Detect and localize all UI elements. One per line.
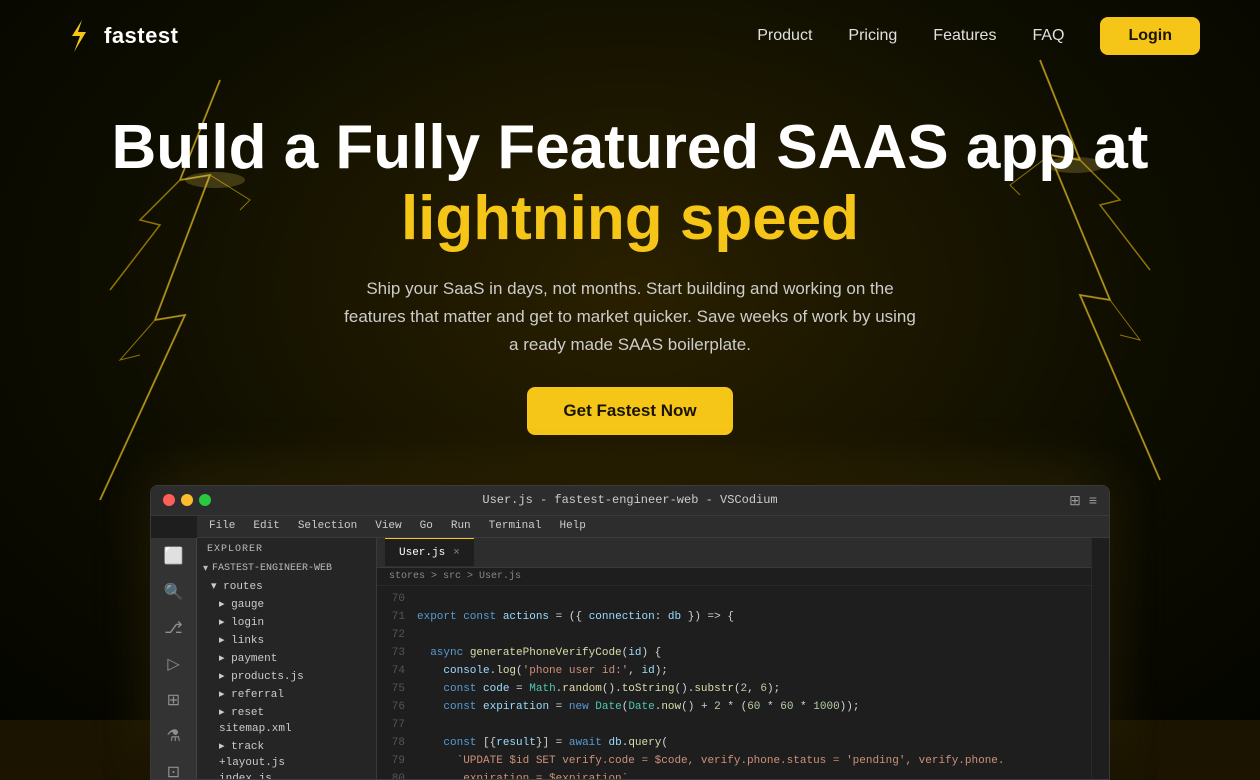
sidebar-links[interactable]: ▸ links — [197, 631, 376, 649]
menu-terminal[interactable]: Terminal — [489, 520, 542, 532]
editor-scrollbar[interactable] — [1091, 538, 1109, 779]
flask-icon[interactable]: ⚗ — [163, 726, 185, 746]
split-editor-icon[interactable]: ⊞ — [1069, 492, 1081, 509]
settings-icon[interactable]: ≡ — [1089, 492, 1097, 508]
explorer-icon[interactable]: ⬜ — [163, 546, 185, 566]
editor-main: User.js × stores > src > User.js 7071727… — [377, 538, 1091, 779]
login-button[interactable]: Login — [1100, 17, 1200, 55]
logo[interactable]: fastest — [60, 18, 178, 54]
sidebar-index[interactable]: index.js — [197, 771, 376, 779]
nav-product[interactable]: Product — [757, 27, 812, 45]
sidebar-reset[interactable]: ▸ reset — [197, 703, 376, 721]
minimize-window-button[interactable] — [181, 494, 193, 506]
menu-run[interactable]: Run — [451, 520, 471, 532]
editor-breadcrumb: stores > src > User.js — [377, 568, 1091, 586]
sidebar-login[interactable]: ▸ login — [197, 613, 376, 631]
hero-title-line1: Build a Fully Featured SAAS app at — [112, 113, 1149, 182]
cta-button[interactable]: Get Fastest Now — [527, 387, 732, 435]
logo-icon — [60, 18, 96, 54]
menu-go[interactable]: Go — [420, 520, 433, 532]
nav-faq[interactable]: FAQ — [1032, 27, 1064, 45]
extensions-icon[interactable]: ⊞ — [163, 690, 185, 710]
sidebar-routes[interactable]: ▾ routes — [197, 577, 376, 595]
hero-title-accent: lightning speed — [60, 183, 1200, 254]
sidebar-payment[interactable]: ▸ payment — [197, 649, 376, 667]
tab-userjs[interactable]: User.js × — [385, 538, 474, 566]
maximize-window-button[interactable] — [199, 494, 211, 506]
menu-view[interactable]: View — [375, 520, 401, 532]
hero-title: Build a Fully Featured SAAS app at light… — [60, 112, 1200, 255]
code-editor: User.js - fastest-engineer-web - VSCodiu… — [150, 485, 1110, 780]
menu-file[interactable]: File — [209, 520, 235, 532]
close-tab-icon[interactable]: × — [453, 547, 460, 559]
explorer-header: Explorer — [197, 538, 376, 561]
remote-icon[interactable]: ⊡ — [163, 762, 185, 780]
editor-window-controls — [163, 494, 211, 506]
sidebar-sitemap[interactable]: sitemap.xml — [197, 721, 376, 737]
menu-help[interactable]: Help — [559, 520, 585, 532]
editor-code-area: 70717273747576777879808182838485 export … — [377, 586, 1091, 779]
editor-toolbar-icons: ⊞ ≡ — [1069, 492, 1097, 509]
nav-pricing[interactable]: Pricing — [848, 27, 897, 45]
sidebar-products[interactable]: ▸ products.js — [197, 667, 376, 685]
sidebar-track[interactable]: ▸ track — [197, 737, 376, 755]
editor-tabs: User.js × — [377, 538, 1091, 568]
close-window-button[interactable] — [163, 494, 175, 506]
editor-title: User.js - fastest-engineer-web - VSCodiu… — [482, 493, 777, 507]
nav-links: Product Pricing Features FAQ Login — [757, 17, 1200, 55]
sidebar-referral[interactable]: ▸ referral — [197, 685, 376, 703]
git-icon[interactable]: ⎇ — [163, 618, 185, 638]
hero-section: Build a Fully Featured SAAS app at light… — [0, 72, 1260, 465]
line-numbers: 70717273747576777879808182838485 — [377, 590, 417, 775]
project-name[interactable]: ▾FASTEST-ENGINEER-WEB — [197, 561, 376, 577]
menu-selection[interactable]: Selection — [298, 520, 357, 532]
file-explorer: Explorer ▾FASTEST-ENGINEER-WEB ▾ routes … — [197, 538, 377, 779]
menu-edit[interactable]: Edit — [253, 520, 279, 532]
editor-titlebar: User.js - fastest-engineer-web - VSCodiu… — [151, 486, 1109, 516]
search-activity-icon[interactable]: 🔍 — [163, 582, 185, 602]
debug-icon[interactable]: ▷ — [163, 654, 185, 674]
logo-text: fastest — [104, 23, 178, 49]
hero-subtitle: Ship your SaaS in days, not months. Star… — [340, 275, 920, 359]
nav-features[interactable]: Features — [933, 27, 996, 45]
code-content[interactable]: export const actions = ({ connection: db… — [417, 590, 1091, 775]
activity-bar: ⬜ 🔍 ⎇ ▷ ⊞ ⚗ ⊡ — [151, 538, 197, 779]
sidebar-layout[interactable]: +layout.js — [197, 755, 376, 771]
sidebar-gauge[interactable]: ▸ gauge — [197, 595, 376, 613]
editor-body: File Edit Selection View Go Run Terminal… — [151, 516, 1109, 779]
navigation: fastest Product Pricing Features FAQ Log… — [0, 0, 1260, 72]
